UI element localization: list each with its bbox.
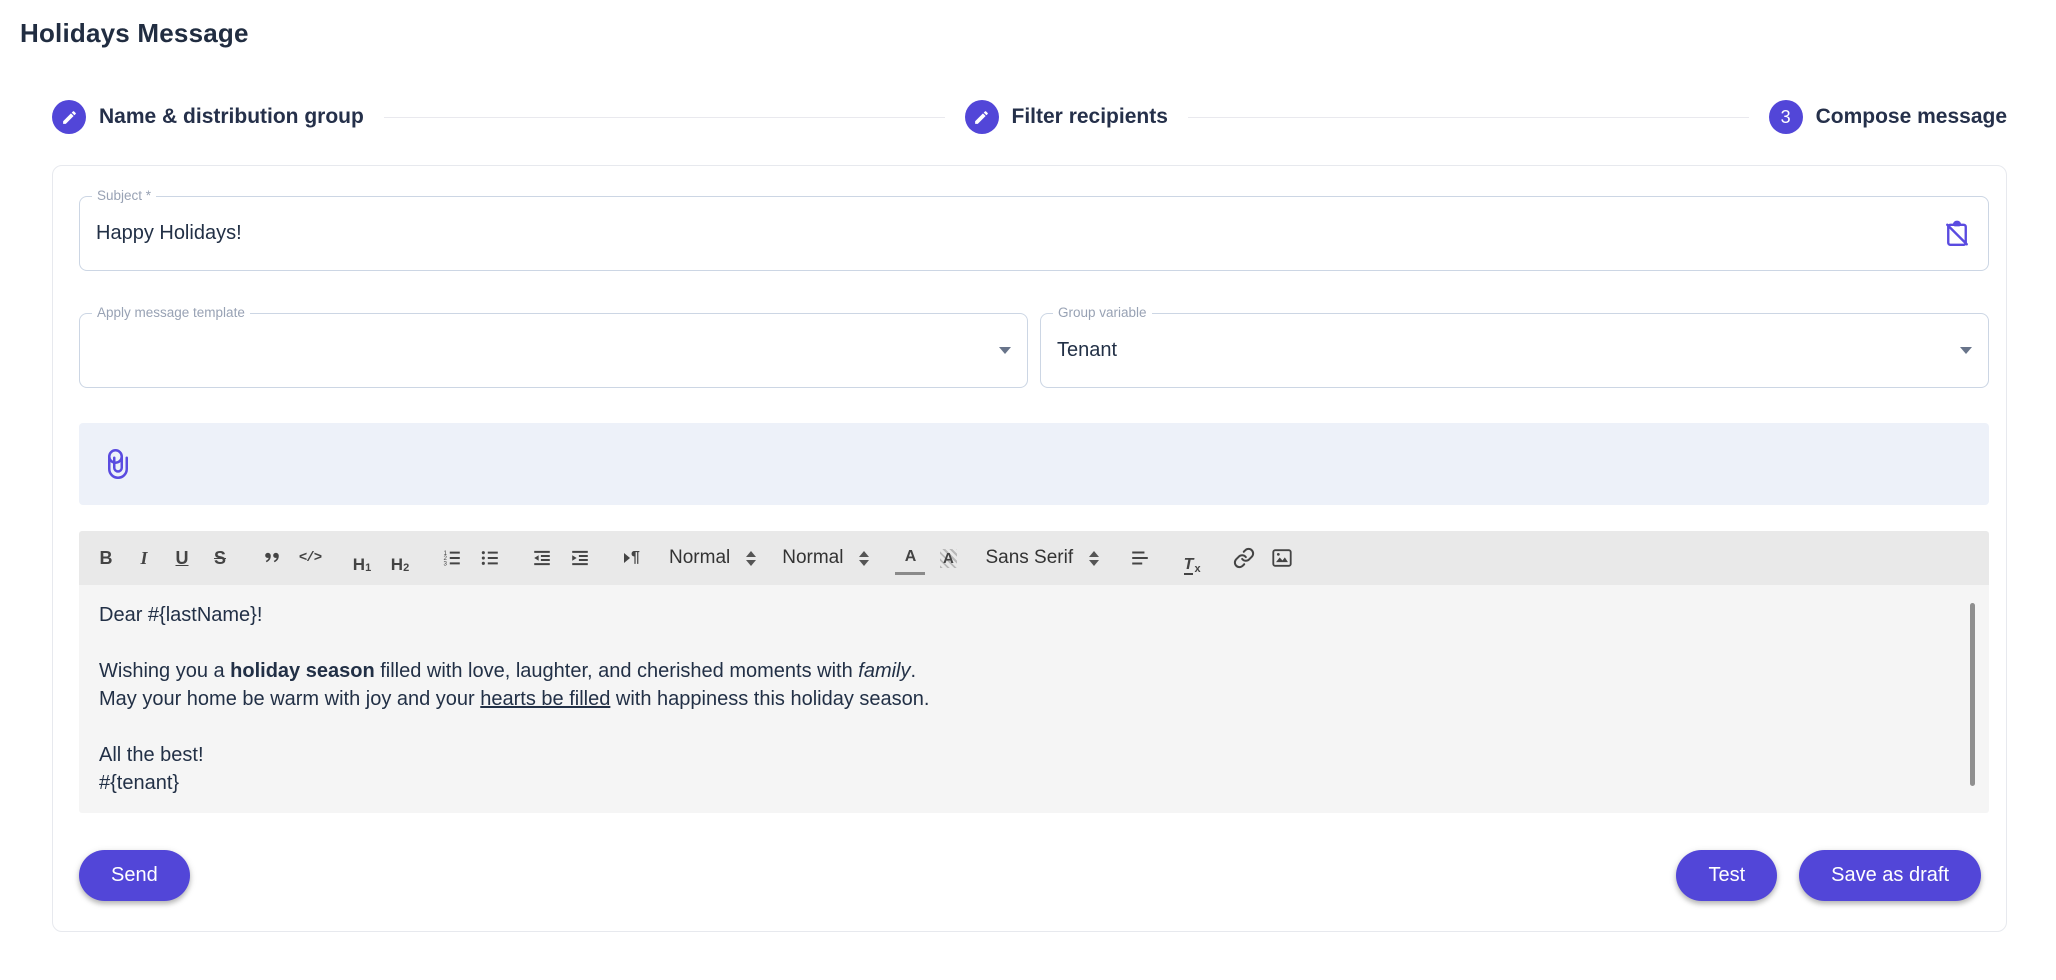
message-body-editor[interactable]: Dear #{lastName}! Wishing you a holiday … <box>79 585 1989 813</box>
underline-icon[interactable]: U <box>167 541 197 575</box>
subject-field[interactable]: Subject * Happy Holidays! <box>79 196 1989 271</box>
message-line: All the best! <box>99 741 1943 769</box>
text-segment: hearts be filled <box>480 688 610 710</box>
text-segment: with happiness this holiday season. <box>610 688 929 710</box>
stepper: Name & distribution group Filter recipie… <box>52 99 2007 135</box>
strikethrough-icon[interactable]: S <box>205 541 235 575</box>
outdent-icon[interactable] <box>527 541 557 575</box>
page-title: Holidays Message <box>20 18 2056 49</box>
editor-toolbar: B I U S </> H1 H2 <box>79 531 1989 585</box>
pencil-icon <box>965 100 999 134</box>
message-line <box>99 629 1943 657</box>
message-line: #{tenant} <box>99 769 1943 797</box>
message-line: May your home be warm with joy and your … <box>99 685 1943 713</box>
step-label: Name & distribution group <box>99 105 364 129</box>
clean-formatting-icon[interactable]: Tx <box>1177 541 1207 575</box>
editor-scrollbar-thumb[interactable] <box>1970 603 1975 786</box>
subject-input[interactable]: Happy Holidays! <box>96 222 242 245</box>
step-compose-message[interactable]: 3 Compose message <box>1769 100 2007 134</box>
apply-message-template-select[interactable]: Apply message template <box>79 313 1028 388</box>
image-icon[interactable] <box>1267 541 1297 575</box>
direction-icon[interactable]: ¶ <box>617 541 647 575</box>
header-2-icon[interactable]: H2 <box>385 541 415 575</box>
link-icon[interactable] <box>1229 541 1259 575</box>
step-label: Compose message <box>1816 105 2007 129</box>
message-line <box>99 713 1943 741</box>
dropdown-arrow-icon <box>999 347 1011 354</box>
background-color-icon[interactable]: A <box>933 541 963 575</box>
indent-icon[interactable] <box>565 541 595 575</box>
holidays-message-page: Holidays Message Name & distribution gro… <box>0 0 2056 980</box>
save-as-draft-button[interactable]: Save as draft <box>1799 850 1981 901</box>
text-segment: Wishing you a <box>99 660 230 682</box>
stepper-connector <box>1188 117 1749 118</box>
group-variable-label: Group variable <box>1053 304 1152 322</box>
step-filter-recipients[interactable]: Filter recipients <box>965 100 1168 134</box>
send-button[interactable]: Send <box>79 850 190 901</box>
bold-icon[interactable]: B <box>91 541 121 575</box>
test-button[interactable]: Test <box>1676 850 1777 901</box>
step-number-badge: 3 <box>1769 100 1803 134</box>
paperclip-icon[interactable] <box>103 447 133 481</box>
text-segment: holiday season <box>230 660 375 682</box>
message-line: Dear #{lastName}! <box>99 601 1943 629</box>
text-segment: family <box>858 660 910 682</box>
actions-row: Send Test Save as draft <box>79 850 1989 901</box>
text-segment: May your home be warm with joy and your <box>99 688 480 710</box>
text-color-icon[interactable]: A <box>895 541 925 575</box>
stepper-connector <box>384 117 945 118</box>
italic-icon[interactable]: I <box>129 541 159 575</box>
code-block-icon[interactable]: </> <box>295 541 325 575</box>
header-select[interactable]: Normal <box>782 547 869 569</box>
group-variable-select[interactable]: Group variable Tenant <box>1040 313 1989 388</box>
group-variable-value: Tenant <box>1057 339 1117 362</box>
align-icon[interactable] <box>1125 541 1155 575</box>
svg-text:3: 3 <box>444 561 448 568</box>
subject-label: Subject * <box>92 187 156 205</box>
font-select[interactable]: Sans Serif <box>985 547 1099 569</box>
template-label: Apply message template <box>92 304 250 322</box>
text-segment: filled with love, laughter, and cherishe… <box>375 660 859 682</box>
select-arrows-icon <box>1089 551 1099 566</box>
step-label: Filter recipients <box>1012 105 1168 129</box>
dropdown-arrow-icon <box>1960 347 1972 354</box>
ordered-list-icon[interactable]: 1 2 3 <box>437 541 467 575</box>
blockquote-icon[interactable] <box>257 541 287 575</box>
header-1-icon[interactable]: H1 <box>347 541 377 575</box>
size-select[interactable]: Normal <box>669 547 756 569</box>
step-name-distribution-group[interactable]: Name & distribution group <box>52 100 364 134</box>
text-segment: . <box>911 660 917 682</box>
content-paste-off-icon[interactable] <box>1942 219 1972 249</box>
select-arrows-icon <box>746 551 756 566</box>
compose-card: Subject * Happy Holidays! Apply message … <box>52 165 2007 932</box>
bullet-list-icon[interactable] <box>475 541 505 575</box>
pencil-icon <box>52 100 86 134</box>
select-arrows-icon <box>859 551 869 566</box>
message-line: Wishing you a holiday season filled with… <box>99 657 1943 685</box>
attachment-bar <box>79 423 1989 505</box>
